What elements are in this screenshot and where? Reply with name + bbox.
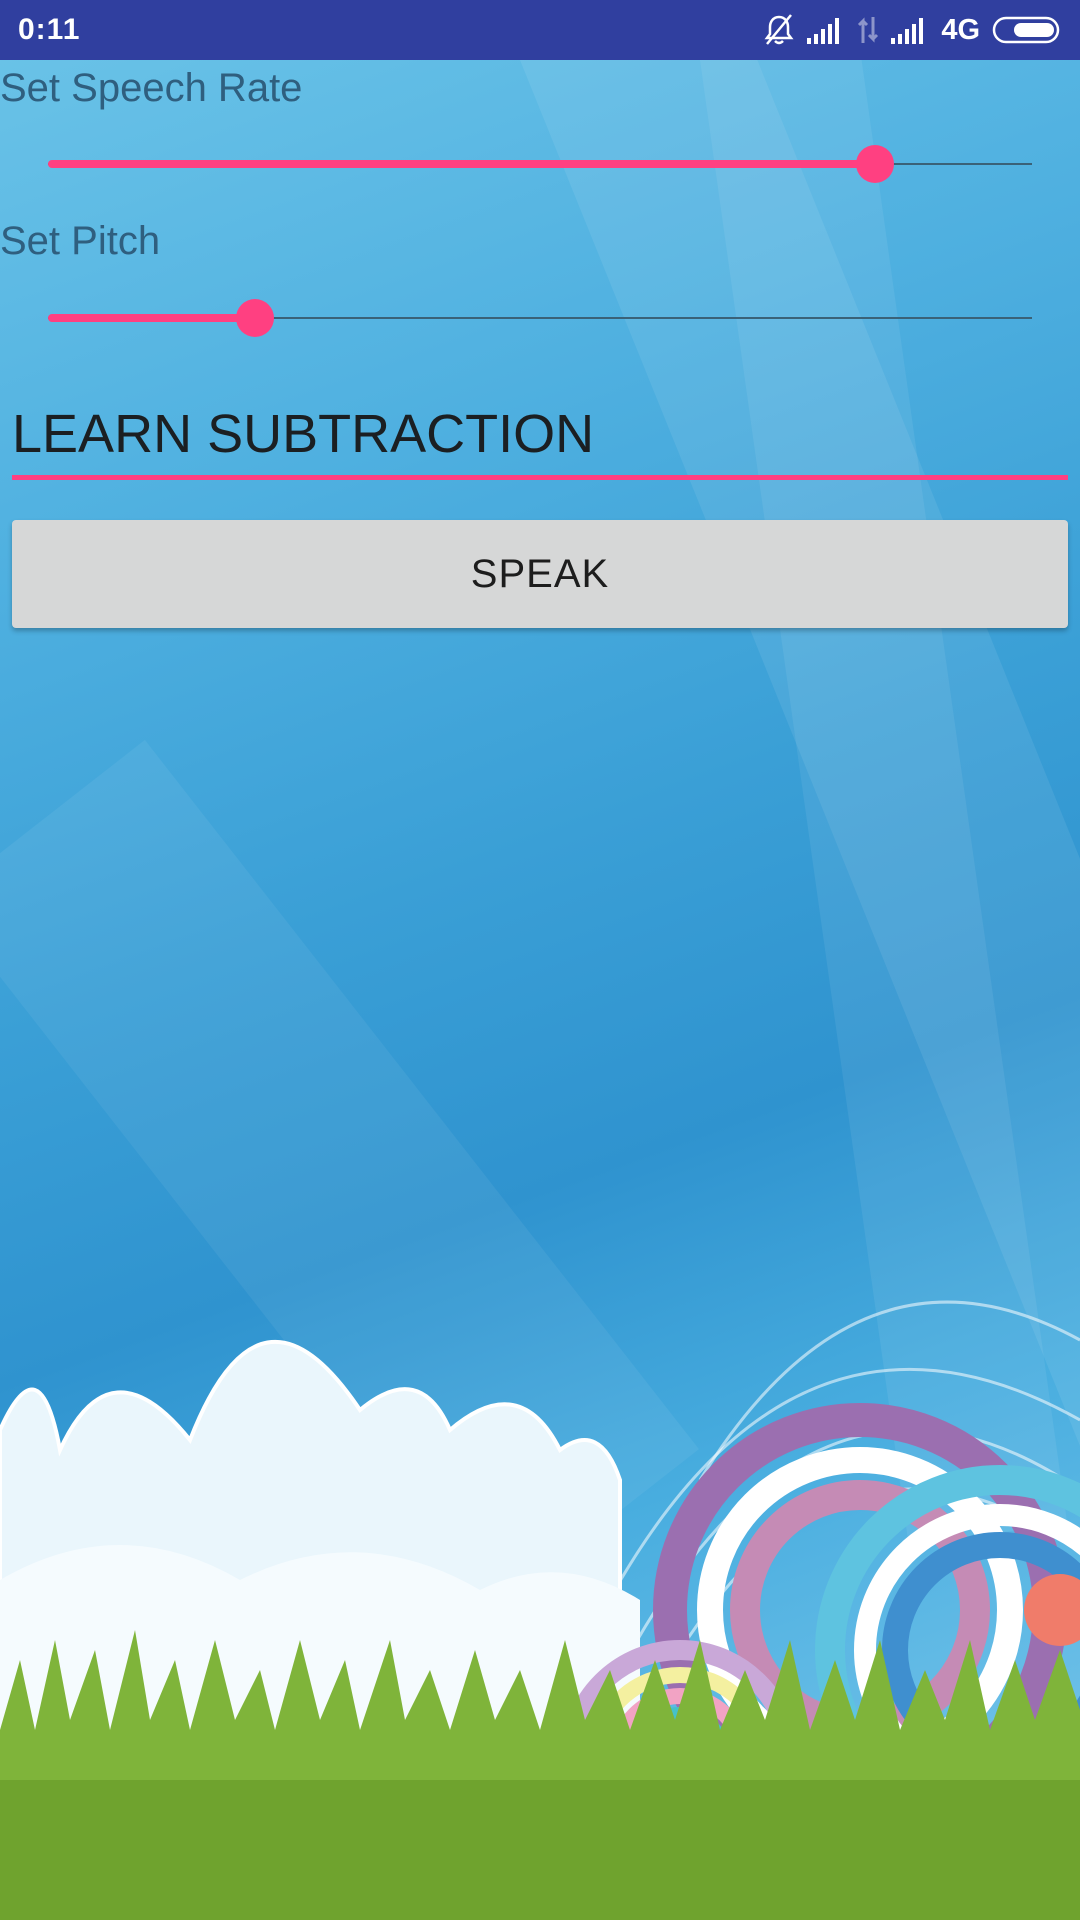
status-icons: 4G (763, 13, 1064, 47)
slider-thumb[interactable] (855, 145, 894, 183)
app-screen: 0:11 4G Set Speech Rate Set Pitch LEARN … (0, 0, 1080, 1920)
network-type-label: 4G (941, 13, 980, 46)
background-scenery (0, 1300, 1080, 1920)
speech-text-input[interactable] (12, 395, 1068, 473)
status-time: 0:11 (18, 13, 81, 46)
speech-rate-slider[interactable] (48, 144, 1032, 184)
signal-icon (807, 16, 845, 44)
slider-fill (48, 314, 255, 322)
text-field-underline (12, 475, 1068, 480)
pitch-label: Set Pitch (0, 219, 161, 263)
battery-icon (992, 16, 1064, 44)
speech-rate-label: Set Speech Rate (0, 66, 303, 110)
speak-button[interactable]: SPEAK (12, 520, 1068, 628)
data-transfer-icon (857, 15, 879, 45)
slider-thumb[interactable] (235, 299, 274, 337)
status-bar: 0:11 4G (0, 0, 1080, 60)
bell-off-icon (763, 13, 795, 47)
signal-icon (891, 16, 929, 44)
speech-text-field[interactable] (12, 395, 1068, 481)
slider-fill (48, 160, 875, 168)
pitch-slider[interactable] (48, 298, 1032, 338)
